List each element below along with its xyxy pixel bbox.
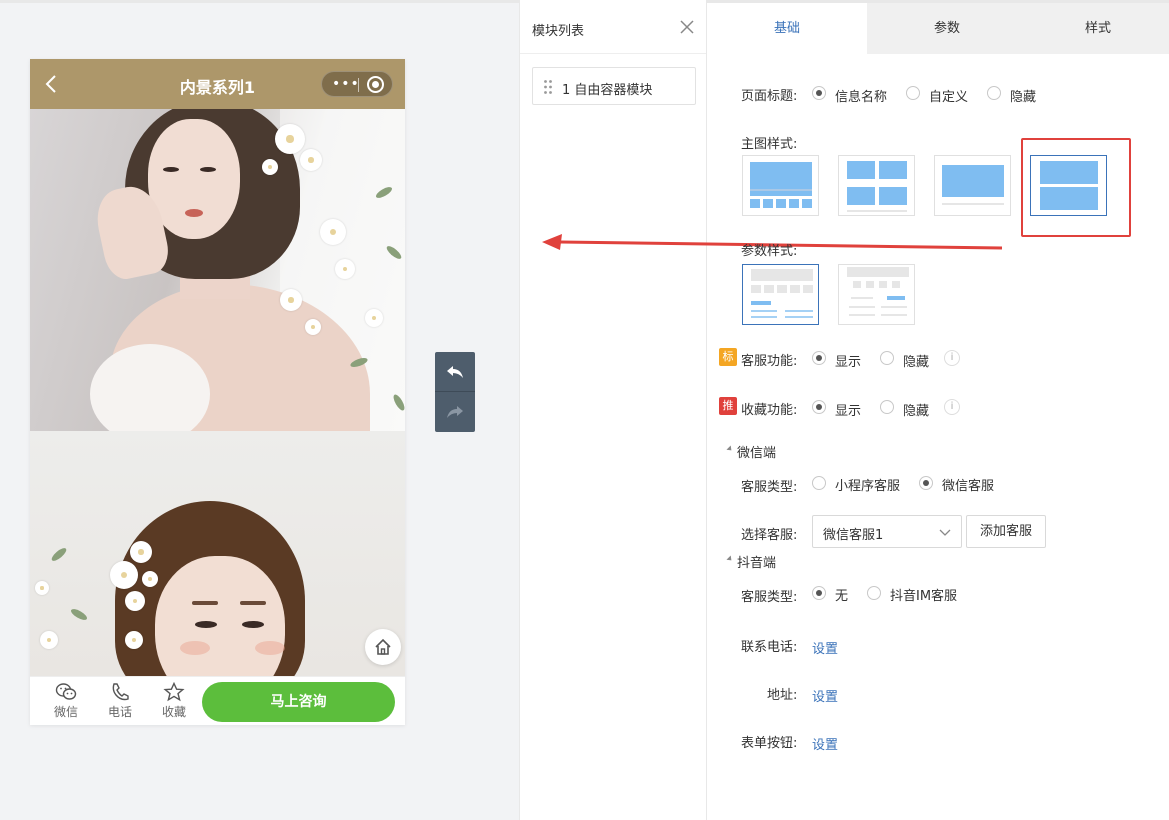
tag-recommend: 推	[719, 397, 737, 415]
wechat-icon	[55, 683, 77, 700]
page-title-label: 页面标题:	[741, 89, 798, 104]
annotation-highlight-box	[1021, 138, 1131, 237]
page-title-radio-custom[interactable]	[906, 86, 920, 100]
close-icon[interactable]	[678, 18, 696, 36]
phone-icon	[112, 683, 129, 701]
param-style-option-2[interactable]	[838, 264, 915, 325]
redo-button[interactable]	[435, 392, 475, 432]
undo-redo-bar	[435, 352, 475, 432]
star-icon	[163, 682, 185, 702]
tab-favorite-label: 收藏	[161, 705, 186, 719]
phone-nav-bar: 内景系列1 •••	[30, 59, 405, 109]
favorite-option-hide: 隐藏	[903, 404, 930, 419]
main-image-style-label: 主图样式:	[741, 137, 798, 152]
main-image-style-option-1[interactable]	[742, 155, 819, 216]
module-list-panel: 模块列表 1 自由容器模块	[519, 0, 707, 820]
chevron-down-icon	[939, 529, 951, 536]
favorite-radio-show[interactable]	[812, 400, 826, 414]
tab-params[interactable]: 参数	[867, 3, 1027, 54]
phone-preview: 内景系列1 ••• 微信 电话 收藏 马上咨询	[30, 59, 405, 725]
tab-wechat[interactable]: 微信	[46, 682, 86, 720]
redo-icon	[447, 406, 463, 418]
favorite-radio-hide[interactable]	[880, 400, 894, 414]
wechat-section-title[interactable]: 微信端	[737, 442, 776, 461]
module-list-header: 模块列表	[520, 0, 706, 54]
form-button-set-link[interactable]: 设置	[812, 734, 838, 753]
capsule-divider	[358, 78, 359, 92]
settings-tabs: 基础 参数 样式	[707, 3, 1169, 54]
preview-area: 内景系列1 ••• 微信 电话 收藏 马上咨询	[0, 0, 519, 820]
address-label: 地址:	[767, 688, 798, 703]
undo-icon	[447, 365, 463, 378]
home-icon	[375, 638, 391, 655]
tab-phone-label: 电话	[107, 705, 132, 719]
module-list-title: 模块列表	[532, 24, 585, 39]
wechat-cs-radio-mini[interactable]	[812, 476, 826, 490]
wechat-cs-option-wechat: 微信客服	[942, 479, 995, 494]
module-item-free-container[interactable]: 1 自由容器模块	[532, 67, 696, 105]
customer-service-radio-show[interactable]	[812, 351, 826, 365]
main-image-1	[30, 109, 405, 431]
tab-basic[interactable]: 基础	[707, 3, 867, 54]
page-title-radio-hide[interactable]	[987, 86, 1001, 100]
customer-service-label: 客服功能:	[741, 354, 798, 369]
wechat-cs-type-label: 客服类型:	[741, 480, 798, 495]
douyin-section-title[interactable]: 抖音端	[737, 552, 776, 571]
select-cs-label: 选择客服:	[741, 528, 798, 543]
douyin-cs-option-none: 无	[835, 589, 849, 604]
page-title-radio-info-name[interactable]	[812, 86, 826, 100]
drag-handle-icon[interactable]	[543, 79, 553, 95]
address-set-link[interactable]: 设置	[812, 686, 838, 705]
select-cs-dropdown[interactable]: 微信客服1	[812, 515, 962, 548]
mini-program-capsule[interactable]: •••	[321, 71, 393, 97]
page-title-option-info-name: 信息名称	[835, 90, 888, 105]
close-target-icon[interactable]	[367, 76, 384, 93]
customer-service-radio-hide[interactable]	[880, 351, 894, 365]
customer-service-option-hide: 隐藏	[903, 355, 930, 370]
main-image-style-option-3[interactable]	[934, 155, 1011, 216]
contact-phone-set-link[interactable]: 设置	[812, 638, 838, 657]
info-icon[interactable]: i	[944, 350, 960, 366]
favorite-option-show: 显示	[835, 404, 862, 419]
consult-button[interactable]: 马上咨询	[202, 682, 395, 722]
form-button-label: 表单按钮:	[741, 736, 798, 751]
tab-style[interactable]: 样式	[1027, 3, 1169, 54]
favorite-label: 收藏功能:	[741, 403, 798, 418]
wechat-cs-option-mini: 小程序客服	[835, 479, 901, 494]
home-float-button[interactable]	[365, 629, 401, 665]
select-cs-value: 微信客服1	[823, 528, 884, 543]
page-title-option-hide: 隐藏	[1010, 90, 1037, 105]
module-item-label: 1 自由容器模块	[562, 83, 653, 98]
param-style-label: 参数样式:	[741, 244, 798, 259]
add-cs-button[interactable]: 添加客服	[966, 515, 1046, 548]
tag-standard: 标	[719, 348, 737, 366]
main-image-style-option-2[interactable]	[838, 155, 915, 216]
contact-phone-label: 联系电话:	[741, 640, 798, 655]
phone-bottom-bar: 微信 电话 收藏 马上咨询	[30, 676, 405, 725]
wechat-cs-radio-wechat[interactable]	[919, 476, 933, 490]
more-icon[interactable]: •••	[332, 76, 360, 92]
undo-button[interactable]	[435, 352, 475, 392]
main-image-2	[30, 431, 405, 676]
douyin-cs-option-im: 抖音IM客服	[890, 589, 958, 604]
douyin-cs-radio-none[interactable]	[812, 586, 826, 600]
douyin-cs-radio-im[interactable]	[867, 586, 881, 600]
douyin-cs-type-label: 客服类型:	[741, 590, 798, 605]
tab-phone[interactable]: 电话	[100, 682, 140, 720]
tab-favorite[interactable]: 收藏	[154, 682, 194, 720]
info-icon[interactable]: i	[944, 399, 960, 415]
tab-wechat-label: 微信	[53, 705, 78, 719]
customer-service-option-show: 显示	[835, 355, 862, 370]
page-title-option-custom: 自定义	[929, 90, 969, 105]
param-style-option-1[interactable]	[742, 264, 819, 325]
